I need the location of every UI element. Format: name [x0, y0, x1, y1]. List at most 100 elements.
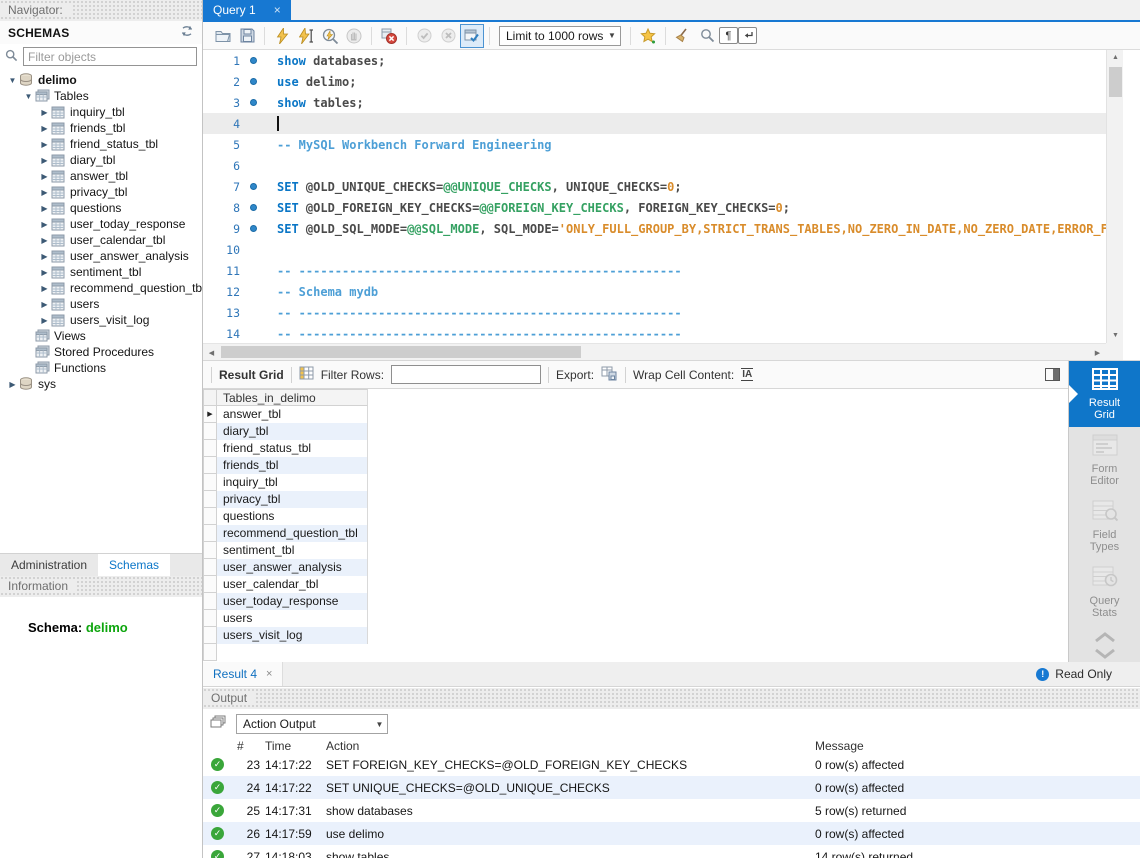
tree-table-sentiment-tbl[interactable]: ▶ sentiment_tbl	[0, 264, 202, 280]
collapse-arrow-icon[interactable]: ▶	[6, 380, 19, 389]
collapse-arrow-icon[interactable]: ▶	[38, 268, 51, 277]
code-line-12[interactable]: 12 -- Schema mydb	[203, 281, 1106, 302]
grid-row-questions[interactable]: questions	[203, 508, 1068, 525]
tree-node-stored-procedures[interactable]: Stored Procedures	[0, 344, 202, 360]
grid-row-sentiment-tbl[interactable]: sentiment_tbl	[203, 542, 1068, 559]
tree-schema-delimo[interactable]: ▼ delimo	[0, 72, 202, 88]
code-line-7[interactable]: 7 SET @OLD_UNIQUE_CHECKS=@@UNIQUE_CHECKS,…	[203, 176, 1106, 197]
wrap-cell-content-icon[interactable]: IA	[741, 368, 754, 381]
tree-table-users[interactable]: ▶ users	[0, 296, 202, 312]
scroll-left-icon[interactable]: ◀	[203, 345, 220, 360]
expand-arrow-icon[interactable]: ▼	[22, 92, 35, 101]
tab-schemas[interactable]: Schemas	[98, 554, 171, 576]
scroll-right-icon[interactable]: ▶	[1089, 345, 1106, 360]
refresh-schemas-icon[interactable]	[180, 25, 194, 40]
commit-icon[interactable]	[412, 24, 436, 48]
collapse-arrow-icon[interactable]: ▶	[38, 156, 51, 165]
tree-table-diary-tbl[interactable]: ▶ diary_tbl	[0, 152, 202, 168]
grid-row-diary-tbl[interactable]: diary_tbl	[203, 423, 1068, 440]
grid-row-inquiry-tbl[interactable]: inquiry_tbl	[203, 474, 1068, 491]
view-button-result-grid[interactable]: Result Grid	[1069, 361, 1140, 428]
code-line-8[interactable]: 8 SET @OLD_FOREIGN_KEY_CHECKS=@@FOREIGN_K…	[203, 197, 1106, 218]
code-line-4[interactable]: 4	[203, 113, 1106, 134]
export-icon[interactable]	[601, 366, 618, 384]
toggle-sidebar-icon[interactable]	[1045, 368, 1060, 381]
save-script-icon[interactable]	[235, 24, 259, 48]
find-icon[interactable]	[695, 24, 719, 48]
grid-row-user-today-response[interactable]: user_today_response	[203, 593, 1068, 610]
output-row-24[interactable]: ✓ 24 14:17:22 SET UNIQUE_CHECKS=@OLD_UNIQUE…	[203, 776, 1140, 799]
collapse-arrow-icon[interactable]: ▶	[38, 108, 51, 117]
code-line-5[interactable]: 5 -- MySQL Workbench Forward Engineering	[203, 134, 1106, 155]
grid-row-users-visit-log[interactable]: users_visit_log	[203, 627, 1068, 644]
tab-administration[interactable]: Administration	[0, 554, 98, 576]
grid-cell[interactable]: user_calendar_tbl	[217, 576, 368, 593]
code-line-6[interactable]: 6	[203, 155, 1106, 176]
expand-arrow-icon[interactable]: ▼	[6, 76, 19, 85]
save-snippet-icon[interactable]	[636, 24, 660, 48]
tree-table-friend-status-tbl[interactable]: ▶ friend_status_tbl	[0, 136, 202, 152]
filter-rows-input[interactable]	[391, 365, 542, 384]
open-script-icon[interactable]	[211, 24, 235, 48]
tab-query-1[interactable]: Query 1 ×	[203, 0, 291, 20]
wrap-text-icon[interactable]	[738, 27, 757, 44]
grid-row-friend-status-tbl[interactable]: friend_status_tbl	[203, 440, 1068, 457]
collapse-panel-up-icon[interactable]	[1094, 632, 1116, 646]
grid-row-answer-tbl[interactable]: ▶ answer_tbl	[203, 406, 1068, 423]
output-views-icon[interactable]	[210, 715, 227, 733]
tree-node-functions[interactable]: Functions	[0, 360, 202, 376]
grid-cell[interactable]: friends_tbl	[217, 457, 368, 474]
grid-cell[interactable]: questions	[217, 508, 368, 525]
collapse-panel-down-icon[interactable]	[1094, 648, 1116, 662]
grid-cell[interactable]: user_answer_analysis	[217, 559, 368, 576]
output-row-27[interactable]: ✓ 27 14:18:03 show tables 14 row(s) returned	[203, 845, 1140, 858]
view-button-field-types[interactable]: Field Types	[1069, 494, 1140, 560]
collapse-arrow-icon[interactable]: ▶	[38, 124, 51, 133]
code-line-3[interactable]: 3 show tables;	[203, 92, 1106, 113]
vscroll-thumb[interactable]	[1109, 67, 1122, 97]
code-line-14[interactable]: 14 -- -----------------------------------…	[203, 323, 1106, 343]
execute-query-icon[interactable]	[270, 24, 294, 48]
editor-vertical-scrollbar[interactable]: ▲ ▼	[1106, 50, 1123, 343]
close-result-tab-icon[interactable]: ×	[266, 668, 272, 680]
collapse-arrow-icon[interactable]: ▶	[38, 252, 51, 261]
code-line-13[interactable]: 13 -- -----------------------------------…	[203, 302, 1106, 323]
filter-objects-input[interactable]	[23, 47, 197, 66]
tree-node-tables[interactable]: ▼ Tables	[0, 88, 202, 104]
tree-table-privacy-tbl[interactable]: ▶ privacy_tbl	[0, 184, 202, 200]
tree-table-friends-tbl[interactable]: ▶ friends_tbl	[0, 120, 202, 136]
code-line-11[interactable]: 11 -- -----------------------------------…	[203, 260, 1106, 281]
collapse-arrow-icon[interactable]: ▶	[38, 316, 51, 325]
collapse-arrow-icon[interactable]: ▶	[38, 300, 51, 309]
grid-cell[interactable]: users	[217, 610, 368, 627]
column-header-tables-in-delimo[interactable]: Tables_in_delimo	[217, 389, 368, 406]
view-button-query-stats[interactable]: Query Stats	[1069, 560, 1140, 626]
tree-table-inquiry-tbl[interactable]: ▶ inquiry_tbl	[0, 104, 202, 120]
beautify-script-icon[interactable]	[671, 24, 695, 48]
output-row-26[interactable]: ✓ 26 14:17:59 use delimo 0 row(s) affected	[203, 822, 1140, 845]
collapse-arrow-icon[interactable]: ▶	[38, 188, 51, 197]
output-row-23[interactable]: ✓ 23 14:17:22 SET FOREIGN_KEY_CHECKS=@OLD_F…	[203, 753, 1140, 776]
collapse-arrow-icon[interactable]: ▶	[38, 140, 51, 149]
stop-query-icon[interactable]	[342, 24, 366, 48]
show-invisibles-icon[interactable]: ¶	[719, 27, 738, 44]
tree-table-questions[interactable]: ▶ questions	[0, 200, 202, 216]
limit-rows-dropdown[interactable]: Limit to 1000 rows ▼	[499, 25, 621, 46]
grid-cell[interactable]: answer_tbl	[217, 406, 368, 423]
grid-cell[interactable]: diary_tbl	[217, 423, 368, 440]
tab-result-4[interactable]: Result 4 ×	[203, 662, 284, 686]
grid-cell[interactable]: recommend_question_tbl	[217, 525, 368, 542]
tree-table-recommend-question-tbl[interactable]: ▶ recommend_question_tbl	[0, 280, 202, 296]
collapse-arrow-icon[interactable]: ▶	[38, 236, 51, 245]
tree-table-user-calendar-tbl[interactable]: ▶ user_calendar_tbl	[0, 232, 202, 248]
scroll-up-icon[interactable]: ▲	[1107, 50, 1124, 65]
sql-code-editor[interactable]: 1 show databases; 2 use delimo; 3 show tables…	[203, 50, 1106, 343]
grid-cell[interactable]: users_visit_log	[217, 627, 368, 644]
code-line-9[interactable]: 9 SET @OLD_SQL_MODE=@@SQL_MODE, SQL_MODE=…	[203, 218, 1106, 239]
explain-query-icon[interactable]	[318, 24, 342, 48]
collapse-arrow-icon[interactable]: ▶	[38, 220, 51, 229]
grid-row-user-answer-analysis[interactable]: user_answer_analysis	[203, 559, 1068, 576]
grid-cell[interactable]: sentiment_tbl	[217, 542, 368, 559]
grid-row-privacy-tbl[interactable]: privacy_tbl	[203, 491, 1068, 508]
code-line-1[interactable]: 1 show databases;	[203, 50, 1106, 71]
